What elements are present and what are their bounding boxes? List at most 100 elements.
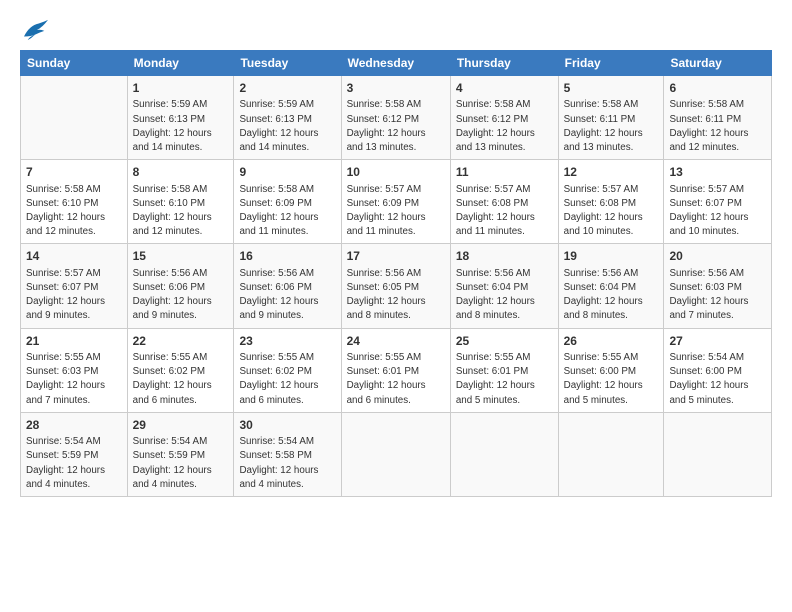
day-info: Sunrise: 5:58 AM Sunset: 6:11 PM Dayligh… xyxy=(564,98,659,155)
calendar-cell: 12 Sunrise: 5:57 AM Sunset: 6:08 PM Dayli… xyxy=(558,160,664,244)
day-number: 29 xyxy=(133,417,229,434)
day-number: 26 xyxy=(564,333,659,350)
calendar-cell: 10 Sunrise: 5:57 AM Sunset: 6:09 PM Dayli… xyxy=(341,160,450,244)
day-info: Sunrise: 5:58 AM Sunset: 6:12 PM Dayligh… xyxy=(456,98,553,155)
day-info: Sunrise: 5:56 AM Sunset: 6:04 PM Dayligh… xyxy=(456,267,553,324)
weekday-header-thursday: Thursday xyxy=(450,51,558,76)
day-info: Sunrise: 5:54 AM Sunset: 6:00 PM Dayligh… xyxy=(669,351,766,408)
logo-bird-icon xyxy=(22,18,50,42)
calendar-cell: 1Sunrise: 5:59 AM Sunset: 6:13 PM Daylig… xyxy=(127,76,234,160)
calendar-cell: 8 Sunrise: 5:58 AM Sunset: 6:10 PM Daylig… xyxy=(127,160,234,244)
day-info: Sunrise: 5:54 AM Sunset: 5:59 PM Dayligh… xyxy=(26,435,122,492)
day-number: 23 xyxy=(239,333,335,350)
weekday-header-wednesday: Wednesday xyxy=(341,51,450,76)
calendar-cell: 17 Sunrise: 5:56 AM Sunset: 6:05 PM Dayli… xyxy=(341,244,450,328)
day-number: 4 xyxy=(456,80,553,97)
day-number: 7 xyxy=(26,164,122,181)
calendar-cell: 23Sunrise: 5:55 AM Sunset: 6:02 PM Dayli… xyxy=(234,328,341,412)
calendar-cell: 3Sunrise: 5:58 AM Sunset: 6:12 PM Daylig… xyxy=(341,76,450,160)
day-info: Sunrise: 5:55 AM Sunset: 6:02 PM Dayligh… xyxy=(239,351,335,408)
day-number: 27 xyxy=(669,333,766,350)
day-info: Sunrise: 5:57 AM Sunset: 6:07 PM Dayligh… xyxy=(669,183,766,240)
day-info: Sunrise: 5:56 AM Sunset: 6:04 PM Dayligh… xyxy=(564,267,659,324)
day-number: 25 xyxy=(456,333,553,350)
page: SundayMondayTuesdayWednesdayThursdayFrid… xyxy=(0,0,792,612)
day-info: Sunrise: 5:55 AM Sunset: 6:03 PM Dayligh… xyxy=(26,351,122,408)
day-number: 15 xyxy=(133,248,229,265)
calendar-cell: 27Sunrise: 5:54 AM Sunset: 6:00 PM Dayli… xyxy=(664,328,772,412)
day-info: Sunrise: 5:56 AM Sunset: 6:06 PM Dayligh… xyxy=(239,267,335,324)
day-info: Sunrise: 5:57 AM Sunset: 6:08 PM Dayligh… xyxy=(456,183,553,240)
day-info: Sunrise: 5:58 AM Sunset: 6:12 PM Dayligh… xyxy=(347,98,445,155)
day-info: Sunrise: 5:54 AM Sunset: 5:58 PM Dayligh… xyxy=(239,435,335,492)
header xyxy=(20,18,772,42)
day-number: 13 xyxy=(669,164,766,181)
day-info: Sunrise: 5:55 AM Sunset: 6:02 PM Dayligh… xyxy=(133,351,229,408)
day-number: 18 xyxy=(456,248,553,265)
calendar-cell: 14 Sunrise: 5:57 AM Sunset: 6:07 PM Dayli… xyxy=(21,244,128,328)
calendar-cell: 4Sunrise: 5:58 AM Sunset: 6:12 PM Daylig… xyxy=(450,76,558,160)
calendar-cell: 24Sunrise: 5:55 AM Sunset: 6:01 PM Dayli… xyxy=(341,328,450,412)
day-info: Sunrise: 5:57 AM Sunset: 6:07 PM Dayligh… xyxy=(26,267,122,324)
weekday-header-tuesday: Tuesday xyxy=(234,51,341,76)
day-number: 22 xyxy=(133,333,229,350)
day-number: 5 xyxy=(564,80,659,97)
day-info: Sunrise: 5:58 AM Sunset: 6:09 PM Dayligh… xyxy=(239,183,335,240)
calendar-cell: 19 Sunrise: 5:56 AM Sunset: 6:04 PM Dayli… xyxy=(558,244,664,328)
calendar-cell: 30Sunrise: 5:54 AM Sunset: 5:58 PM Dayli… xyxy=(234,412,341,496)
weekday-header-sunday: Sunday xyxy=(21,51,128,76)
day-number: 17 xyxy=(347,248,445,265)
calendar-cell xyxy=(21,76,128,160)
day-number: 21 xyxy=(26,333,122,350)
calendar-cell: 25Sunrise: 5:55 AM Sunset: 6:01 PM Dayli… xyxy=(450,328,558,412)
day-number: 30 xyxy=(239,417,335,434)
weekday-header-saturday: Saturday xyxy=(664,51,772,76)
calendar-cell: 16 Sunrise: 5:56 AM Sunset: 6:06 PM Dayli… xyxy=(234,244,341,328)
calendar-cell: 26Sunrise: 5:55 AM Sunset: 6:00 PM Dayli… xyxy=(558,328,664,412)
day-number: 20 xyxy=(669,248,766,265)
day-info: Sunrise: 5:54 AM Sunset: 5:59 PM Dayligh… xyxy=(133,435,229,492)
day-info: Sunrise: 5:58 AM Sunset: 6:10 PM Dayligh… xyxy=(133,183,229,240)
calendar-cell: 22Sunrise: 5:55 AM Sunset: 6:02 PM Dayli… xyxy=(127,328,234,412)
calendar-cell: 28Sunrise: 5:54 AM Sunset: 5:59 PM Dayli… xyxy=(21,412,128,496)
logo xyxy=(20,18,50,42)
day-number: 12 xyxy=(564,164,659,181)
day-number: 9 xyxy=(239,164,335,181)
calendar-cell: 18 Sunrise: 5:56 AM Sunset: 6:04 PM Dayli… xyxy=(450,244,558,328)
day-number: 19 xyxy=(564,248,659,265)
day-info: Sunrise: 5:55 AM Sunset: 6:01 PM Dayligh… xyxy=(456,351,553,408)
day-number: 1 xyxy=(133,80,229,97)
calendar-cell: 21Sunrise: 5:55 AM Sunset: 6:03 PM Dayli… xyxy=(21,328,128,412)
day-number: 16 xyxy=(239,248,335,265)
day-number: 6 xyxy=(669,80,766,97)
day-number: 14 xyxy=(26,248,122,265)
calendar-cell xyxy=(341,412,450,496)
day-number: 3 xyxy=(347,80,445,97)
day-info: Sunrise: 5:55 AM Sunset: 6:00 PM Dayligh… xyxy=(564,351,659,408)
calendar-cell: 11 Sunrise: 5:57 AM Sunset: 6:08 PM Dayli… xyxy=(450,160,558,244)
calendar-cell: 2Sunrise: 5:59 AM Sunset: 6:13 PM Daylig… xyxy=(234,76,341,160)
day-info: Sunrise: 5:56 AM Sunset: 6:03 PM Dayligh… xyxy=(669,267,766,324)
calendar-cell xyxy=(558,412,664,496)
calendar-cell: 5Sunrise: 5:58 AM Sunset: 6:11 PM Daylig… xyxy=(558,76,664,160)
day-info: Sunrise: 5:57 AM Sunset: 6:08 PM Dayligh… xyxy=(564,183,659,240)
day-number: 2 xyxy=(239,80,335,97)
calendar-table: SundayMondayTuesdayWednesdayThursdayFrid… xyxy=(20,50,772,497)
weekday-header-friday: Friday xyxy=(558,51,664,76)
day-number: 10 xyxy=(347,164,445,181)
day-info: Sunrise: 5:55 AM Sunset: 6:01 PM Dayligh… xyxy=(347,351,445,408)
calendar-cell: 6Sunrise: 5:58 AM Sunset: 6:11 PM Daylig… xyxy=(664,76,772,160)
weekday-header-monday: Monday xyxy=(127,51,234,76)
day-info: Sunrise: 5:59 AM Sunset: 6:13 PM Dayligh… xyxy=(133,98,229,155)
day-info: Sunrise: 5:56 AM Sunset: 6:05 PM Dayligh… xyxy=(347,267,445,324)
day-info: Sunrise: 5:56 AM Sunset: 6:06 PM Dayligh… xyxy=(133,267,229,324)
calendar-cell: 29Sunrise: 5:54 AM Sunset: 5:59 PM Dayli… xyxy=(127,412,234,496)
calendar-cell xyxy=(450,412,558,496)
day-number: 11 xyxy=(456,164,553,181)
calendar-cell: 7Sunrise: 5:58 AM Sunset: 6:10 PM Daylig… xyxy=(21,160,128,244)
day-number: 8 xyxy=(133,164,229,181)
calendar-cell: 13 Sunrise: 5:57 AM Sunset: 6:07 PM Dayli… xyxy=(664,160,772,244)
day-info: Sunrise: 5:57 AM Sunset: 6:09 PM Dayligh… xyxy=(347,183,445,240)
calendar-cell: 15 Sunrise: 5:56 AM Sunset: 6:06 PM Dayli… xyxy=(127,244,234,328)
day-info: Sunrise: 5:59 AM Sunset: 6:13 PM Dayligh… xyxy=(239,98,335,155)
